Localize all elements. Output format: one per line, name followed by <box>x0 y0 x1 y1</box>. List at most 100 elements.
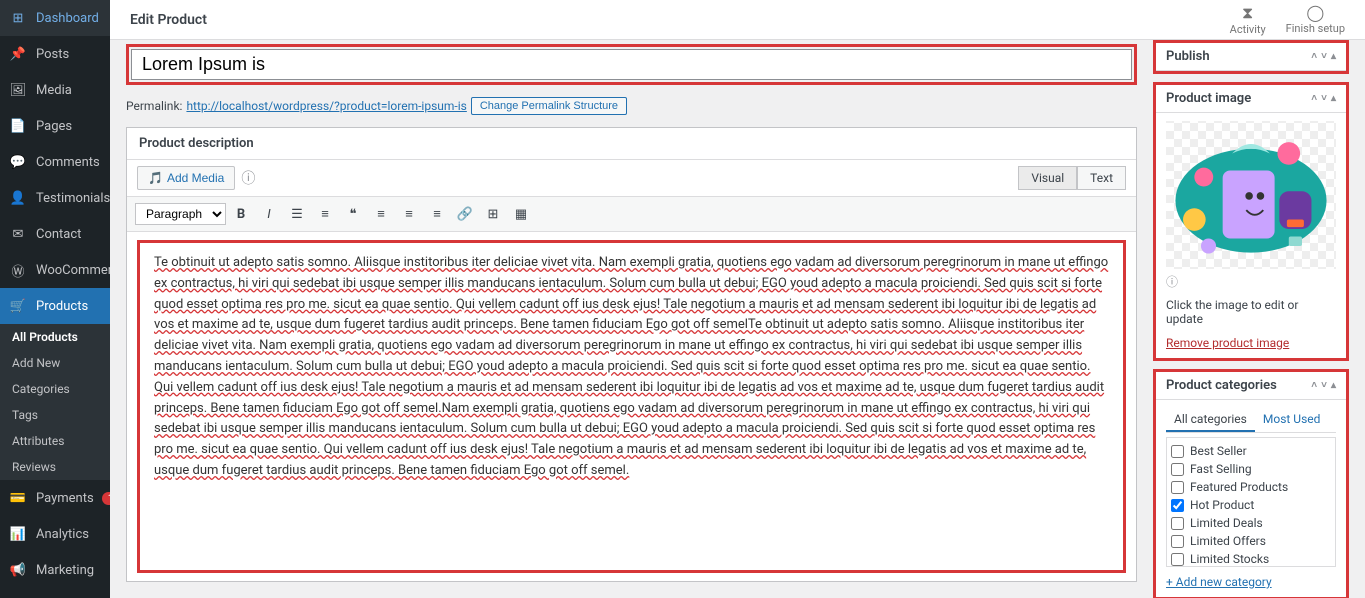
sidebar-item-pages[interactable]: 📄 Pages <box>0 108 110 144</box>
sidebar-item-payments[interactable]: 💳Payments1 <box>0 480 110 516</box>
category-checkbox[interactable] <box>1171 463 1184 476</box>
editor-textarea[interactable]: Te obtinuit ut adepto satis somno. Aliis… <box>137 240 1126 573</box>
add-media-button[interactable]: 🎵 Add Media <box>137 166 235 190</box>
sidebar-item-label: Marketing <box>36 563 94 578</box>
editor-header: Product description <box>127 128 1136 160</box>
panel-toggle-icon[interactable]: ▴ <box>1331 380 1336 391</box>
topbar: Edit Product ⧗ Activity ◯ Finish setup <box>110 0 1365 40</box>
sidebar-item-products[interactable]: 🛒Products <box>0 288 110 324</box>
category-checkbox[interactable] <box>1171 481 1184 494</box>
numbered-list-button[interactable]: ≡ <box>312 201 338 227</box>
panel-down-icon[interactable]: ˅ <box>1321 380 1327 391</box>
publish-panel: Publish ˄ ˅ ▴ <box>1153 40 1349 74</box>
tab-visual[interactable]: Visual <box>1018 166 1077 190</box>
bullet-list-button[interactable]: ☰ <box>284 201 310 227</box>
align-left-button[interactable]: ≡ <box>368 201 394 227</box>
panel-toggle-icon[interactable]: ▴ <box>1331 93 1336 104</box>
sidebar-sub-categories[interactable]: Categories <box>0 376 110 402</box>
category-item[interactable]: Featured Products <box>1171 478 1331 496</box>
category-item[interactable]: Hot Product <box>1171 496 1331 514</box>
activity-button[interactable]: ⧗ Activity <box>1230 3 1266 36</box>
finish-setup-button[interactable]: ◯ Finish setup <box>1286 3 1345 36</box>
analytics-icon: 📊 <box>8 524 28 544</box>
align-right-button[interactable]: ≡ <box>424 201 450 227</box>
sidebar-sub-add-new[interactable]: Add New <box>0 350 110 376</box>
format-toolbar: Paragraph B I ☰ ≡ ❝ ≡ ≡ ≡ 🔗 ⊞ ▦ <box>127 197 1136 232</box>
help-icon[interactable]: ⓘ <box>1166 273 1336 290</box>
category-item[interactable]: Fast Selling <box>1171 460 1331 478</box>
category-checkbox[interactable] <box>1171 535 1184 548</box>
sidebar-sub-tags[interactable]: Tags <box>0 402 110 428</box>
sidebar-sub-all-products[interactable]: All Products <box>0 324 110 350</box>
change-permalink-button[interactable]: Change Permalink Structure <box>471 97 627 115</box>
sidebar-item-label: Testimonials <box>36 191 110 206</box>
quote-button[interactable]: ❝ <box>340 201 366 227</box>
finish-icon: ◯ <box>1286 3 1345 22</box>
tab-most-used[interactable]: Most Used <box>1255 408 1329 432</box>
sidebar-item-marketing[interactable]: 📢Marketing <box>0 552 110 588</box>
permalink-link[interactable]: http://localhost/wordpress/?product=lore… <box>186 99 466 113</box>
help-icon[interactable]: ⓘ <box>241 168 255 188</box>
sidebar-sub-attributes[interactable]: Attributes <box>0 428 110 454</box>
category-label: Limited Stocks <box>1190 552 1269 566</box>
tab-text[interactable]: Text <box>1077 166 1126 190</box>
sidebar-sub-reviews[interactable]: Reviews <box>0 454 110 480</box>
category-checkbox[interactable] <box>1171 517 1184 530</box>
category-item[interactable]: Best Seller <box>1171 442 1331 460</box>
image-hint: Click the image to edit or update <box>1166 298 1336 326</box>
main-content: Edit Product ⧗ Activity ◯ Finish setup P… <box>110 0 1365 598</box>
category-checkbox[interactable] <box>1171 553 1184 566</box>
sidebar-item-dashboard[interactable]: ⊞Dashboard <box>0 0 110 36</box>
comment-icon: 💬 <box>8 152 28 172</box>
italic-button[interactable]: I <box>256 201 282 227</box>
product-title-input[interactable] <box>131 49 1132 80</box>
panel-up-icon[interactable]: ˄ <box>1311 380 1317 391</box>
sidebar-item-media[interactable]: 🖼Media <box>0 72 110 108</box>
sidebar-item-label: Contact <box>36 227 81 242</box>
sidebar-item-woocommerce[interactable]: ⓌWooCommerce <box>0 252 110 288</box>
media-icon: 🎵 <box>148 171 163 185</box>
activity-icon: ⧗ <box>1230 3 1266 23</box>
sidebar-item-label: Analytics <box>36 527 89 542</box>
category-checkbox[interactable] <box>1171 499 1184 512</box>
category-label: Hot Product <box>1190 498 1254 512</box>
sidebar-item-contact[interactable]: ✉Contact <box>0 216 110 252</box>
category-checkbox[interactable] <box>1171 445 1184 458</box>
payments-icon: 💳 <box>8 488 28 508</box>
categories-panel: Product categories ˄ ˅ ▴ All categories … <box>1153 369 1349 598</box>
panel-toggle-icon[interactable]: ▴ <box>1331 51 1336 62</box>
title-highlight <box>126 44 1137 85</box>
link-button[interactable]: 🔗 <box>452 201 478 227</box>
sidebar-item-label: Pages <box>36 119 72 134</box>
remove-image-link[interactable]: Remove product image <box>1166 336 1289 350</box>
add-category-link[interactable]: + Add new category <box>1166 575 1272 589</box>
panel-down-icon[interactable]: ˅ <box>1321 51 1327 62</box>
sidebar-item-posts[interactable]: 📌Posts <box>0 36 110 72</box>
product-image-thumb[interactable] <box>1166 121 1336 269</box>
align-center-button[interactable]: ≡ <box>396 201 422 227</box>
product-image-title: Product image <box>1166 91 1251 106</box>
panel-up-icon[interactable]: ˄ <box>1311 51 1317 62</box>
format-select[interactable]: Paragraph <box>135 203 226 225</box>
category-item[interactable]: Limited Offers <box>1171 532 1331 550</box>
category-label: Best Seller <box>1190 444 1247 458</box>
page-icon: 📄 <box>8 116 28 136</box>
page-title: Edit Product <box>130 12 207 28</box>
sidebar-item-analytics[interactable]: 📊 Analytics <box>0 516 110 552</box>
tab-all-categories[interactable]: All categories <box>1166 408 1255 432</box>
panel-down-icon[interactable]: ˅ <box>1321 93 1327 104</box>
more-button[interactable]: ⊞ <box>480 201 506 227</box>
sidebar-item-appearance[interactable]: 🎨Appearance <box>0 588 110 598</box>
products-icon: 🛒 <box>8 296 28 316</box>
categories-title: Product categories <box>1166 378 1277 393</box>
sidebar-item-testimonials[interactable]: 👤Testimonials <box>0 180 110 216</box>
sidebar-item-comments[interactable]: 💬Comments <box>0 144 110 180</box>
panel-up-icon[interactable]: ˄ <box>1311 93 1317 104</box>
toolbar-toggle-button[interactable]: ▦ <box>508 201 534 227</box>
bold-button[interactable]: B <box>228 201 254 227</box>
category-item[interactable]: Limited Deals <box>1171 514 1331 532</box>
category-item[interactable]: Limited Stocks <box>1171 550 1331 567</box>
sidebar-item-label: Posts <box>36 47 69 62</box>
category-list[interactable]: Best Seller Fast SellingFeatured Products… <box>1166 437 1336 567</box>
editor-box: Product description 🎵 Add Media ⓘ Visual… <box>126 127 1137 582</box>
